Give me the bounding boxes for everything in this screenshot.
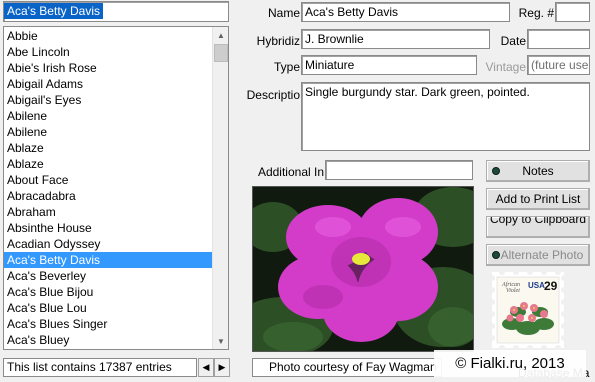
watermark: © Fialki.ru, 2013 bbox=[434, 350, 586, 377]
list-item[interactable]: Ablaze bbox=[4, 140, 212, 156]
vintage-field: (future use bbox=[527, 55, 590, 75]
notes-button-label: Notes bbox=[522, 164, 554, 178]
list-item[interactable]: Absinthe House bbox=[4, 220, 212, 236]
stamp-line2: Violet bbox=[506, 288, 520, 294]
additional-info-field[interactable] bbox=[325, 160, 473, 180]
list-status: This list contains 17387 entries bbox=[3, 358, 197, 377]
reg-field[interactable] bbox=[555, 2, 590, 22]
scroll-left-button[interactable]: ◀ bbox=[198, 358, 214, 377]
scroll-right-button[interactable]: ▶ bbox=[214, 358, 230, 377]
scroll-thumb[interactable] bbox=[214, 44, 228, 62]
photo-caption: Photo courtesy of Fay Wagman bbox=[252, 358, 442, 377]
list-item[interactable]: Abracadabra bbox=[4, 188, 212, 204]
notes-button[interactable]: Notes bbox=[486, 160, 590, 182]
list-item[interactable]: Abigail's Eyes bbox=[4, 92, 212, 108]
list-item[interactable]: Abigail Adams bbox=[4, 76, 212, 92]
list-item[interactable]: Acadian Odyssey bbox=[4, 236, 212, 252]
date-field[interactable] bbox=[527, 29, 590, 49]
search-input[interactable]: Aca's Betty Davis bbox=[3, 1, 229, 22]
scroll-up-icon[interactable]: ▲ bbox=[213, 27, 228, 43]
add-to-print-list-button[interactable]: Add to Print List bbox=[486, 188, 590, 210]
hybridizer-label: Hybridiz bbox=[256, 34, 300, 48]
name-field[interactable]: Aca's Betty Davis bbox=[301, 2, 510, 22]
reg-label: Reg. # bbox=[518, 6, 554, 20]
list-vertical-scrollbar[interactable]: ▲ ▼ bbox=[212, 27, 228, 349]
date-label: Date bbox=[500, 34, 526, 48]
scroll-down-icon[interactable]: ▼ bbox=[213, 333, 228, 349]
vintage-label: Vintage bbox=[485, 60, 526, 74]
variety-list[interactable]: Abbie Abe Lincoln Abie's Irish Rose Abigail… bbox=[3, 26, 229, 350]
description-label: Descriptio bbox=[246, 88, 300, 102]
indicator-dot-icon bbox=[492, 251, 500, 259]
hybridizer-field[interactable]: J. Brownlie bbox=[301, 29, 490, 49]
postage-stamp-image: African Violet USA 29 bbox=[489, 269, 567, 351]
list-item[interactable]: Aca's Blue Lou bbox=[4, 300, 212, 316]
list-item[interactable]: Abbie bbox=[4, 28, 212, 44]
name-label: Name bbox=[267, 6, 300, 20]
list-item[interactable]: Abilene bbox=[4, 124, 212, 140]
stamp-country: USA bbox=[528, 281, 545, 290]
description-field[interactable]: Single burgundy star. Dark green, pointe… bbox=[301, 82, 590, 151]
arrow-right-icon: ▶ bbox=[218, 362, 226, 372]
copy-to-clipboard-label: Copy to Clipboard bbox=[489, 216, 587, 226]
list-item[interactable]: Aca's Bluey bbox=[4, 332, 212, 348]
list-item[interactable]: Aca's Betty Davis bbox=[4, 252, 212, 268]
type-field[interactable]: Miniature bbox=[301, 55, 477, 75]
stamp-value: 29 bbox=[544, 279, 558, 293]
alternate-photo-button[interactable]: Alternate Photo bbox=[486, 244, 590, 266]
list-item[interactable]: Aca's Blues Singer bbox=[4, 316, 212, 332]
additional-info-label: Additional In bbox=[257, 165, 324, 179]
list-item[interactable]: About Face bbox=[4, 172, 212, 188]
list-item[interactable]: Abraham bbox=[4, 204, 212, 220]
alternate-photo-label: Alternate Photo bbox=[500, 248, 584, 262]
copy-to-clipboard-button[interactable]: Copy to Clipboard bbox=[486, 216, 590, 238]
search-input-value: Aca's Betty Davis bbox=[4, 3, 103, 19]
stamp-line1: African bbox=[501, 281, 520, 288]
list-item[interactable]: Abilene bbox=[4, 108, 212, 124]
list-item[interactable]: Abe Lincoln bbox=[4, 44, 212, 60]
arrow-left-icon: ◀ bbox=[202, 362, 210, 372]
list-item[interactable]: Aca's Beverley bbox=[4, 268, 212, 284]
list-item[interactable]: Ablaze bbox=[4, 156, 212, 172]
variety-photo bbox=[252, 186, 474, 352]
list-item[interactable]: Abie's Irish Rose bbox=[4, 60, 212, 76]
indicator-dot-icon bbox=[492, 167, 500, 175]
variety-list-items: Abbie Abe Lincoln Abie's Irish Rose Abigail… bbox=[4, 28, 212, 348]
list-item[interactable]: Aca's Blue Bijou bbox=[4, 284, 212, 300]
type-label: Type bbox=[273, 60, 300, 74]
